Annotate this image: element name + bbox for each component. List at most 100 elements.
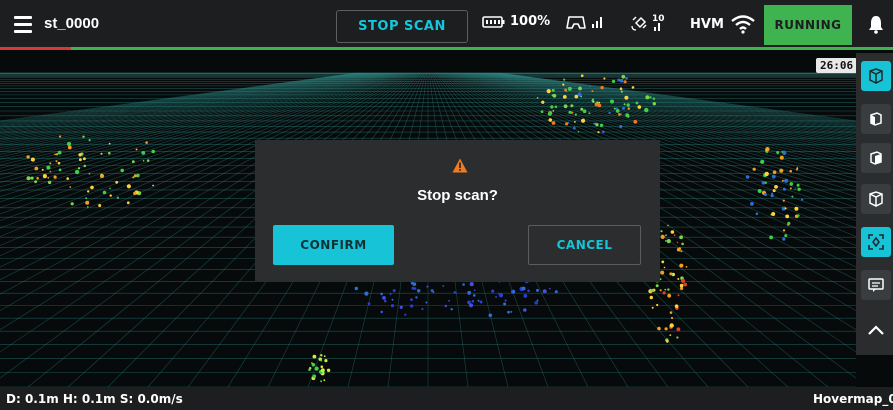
- point-cloud-point: [536, 288, 539, 292]
- point-cloud-point: [570, 104, 574, 108]
- point-cloud-point: [588, 112, 591, 115]
- point-cloud-point: [591, 90, 594, 93]
- point-cloud-point: [649, 295, 653, 300]
- point-cloud-point: [26, 155, 30, 159]
- running-status-badge: RUNNING: [764, 5, 852, 45]
- point-cloud-point: [399, 305, 403, 309]
- view-front-button[interactable]: [861, 143, 891, 173]
- point-cloud-point: [523, 294, 528, 298]
- cancel-button[interactable]: CANCEL: [528, 225, 641, 265]
- point-cloud-point: [772, 189, 776, 193]
- point-cloud-point: [448, 300, 450, 302]
- point-cloud-point: [320, 380, 323, 383]
- point-cloud-point: [676, 327, 681, 332]
- signal-bars-icon: [592, 17, 602, 28]
- battery-status: 100%: [482, 14, 550, 29]
- point-cloud-point: [488, 313, 493, 318]
- hamburger-menu-icon[interactable]: [14, 16, 32, 33]
- point-cloud-point: [410, 304, 414, 308]
- point-cloud-point: [769, 235, 773, 240]
- point-cloud-point: [146, 159, 150, 162]
- point-cloud-point: [574, 94, 579, 99]
- message-button[interactable]: [861, 270, 891, 300]
- point-cloud-point: [660, 270, 665, 275]
- point-cloud-point: [782, 187, 786, 191]
- point-cloud-point: [760, 159, 765, 164]
- point-cloud-point: [425, 301, 428, 304]
- point-cloud-point: [546, 89, 551, 94]
- stop-scan-button[interactable]: STOP SCAN: [336, 10, 468, 43]
- point-cloud-point: [57, 161, 61, 165]
- point-cloud-point: [600, 85, 604, 90]
- point-cloud-point: [795, 168, 798, 171]
- point-cloud-point: [135, 148, 138, 151]
- point-cloud-point: [611, 79, 616, 83]
- point-cloud-point: [659, 289, 662, 292]
- point-cloud-point: [495, 295, 498, 298]
- bell-icon[interactable]: [868, 14, 884, 34]
- point-cloud-point: [574, 113, 577, 116]
- point-cloud-point: [100, 173, 103, 176]
- point-cloud-point: [789, 169, 792, 173]
- point-cloud-point: [588, 85, 591, 87]
- point-cloud-point: [664, 288, 667, 291]
- bottom-status-bar: D: 0.1m H: 0.1m S: 0.0m/s Hovermap_01: [0, 387, 893, 410]
- point-cloud-point: [142, 160, 145, 162]
- point-cloud-point: [523, 308, 527, 312]
- point-cloud-point: [477, 299, 480, 302]
- point-cloud-point: [473, 294, 476, 297]
- point-cloud-point: [613, 107, 616, 110]
- point-cloud-point: [507, 310, 510, 314]
- point-cloud-point: [781, 179, 784, 182]
- point-cloud-point: [542, 289, 547, 294]
- scan-progress-bar: [0, 47, 893, 50]
- point-cloud-point: [652, 97, 656, 100]
- point-cloud-point: [70, 202, 74, 206]
- point-cloud-point: [551, 121, 556, 125]
- point-cloud-point: [669, 334, 672, 336]
- collapse-toolbar-button[interactable]: [861, 315, 891, 345]
- stop-scan-dialog: Stop scan? CONFIRM CANCEL: [255, 140, 660, 282]
- recenter-button[interactable]: [861, 227, 891, 257]
- point-cloud-point: [772, 170, 777, 174]
- view-perspective-button[interactable]: [861, 61, 891, 91]
- point-cloud-point: [41, 168, 44, 171]
- point-cloud-point: [564, 88, 567, 92]
- point-cloud-point: [618, 113, 621, 116]
- point-cloud-point: [789, 187, 792, 190]
- point-cloud-point: [30, 176, 34, 180]
- point-cloud-point: [384, 299, 387, 303]
- point-cloud-point: [53, 175, 57, 179]
- point-cloud-point: [82, 157, 86, 161]
- point-cloud-point: [676, 247, 681, 252]
- point-cloud-point: [109, 194, 112, 197]
- point-cloud-point: [627, 107, 631, 110]
- satellite-icon: [631, 16, 647, 31]
- point-cloud-point: [152, 184, 155, 187]
- point-cloud-point: [791, 195, 794, 198]
- point-cloud-point: [462, 283, 465, 286]
- view-perspective-icon: [869, 68, 883, 84]
- wifi-network-label: HVM: [690, 16, 724, 32]
- point-cloud-point: [615, 107, 618, 110]
- point-cloud-point: [66, 141, 72, 147]
- point-cloud-point: [671, 273, 673, 276]
- view-toolbar: [856, 53, 893, 355]
- point-cloud-point: [562, 83, 565, 86]
- point-cloud-point: [320, 359, 323, 362]
- point-cloud-point: [674, 304, 679, 308]
- point-cloud-point: [450, 308, 453, 311]
- view-left-button[interactable]: [861, 104, 891, 134]
- point-cloud-point: [755, 212, 759, 216]
- point-cloud-point: [391, 298, 394, 301]
- point-cloud-point: [626, 103, 630, 107]
- point-cloud-point: [415, 296, 418, 299]
- point-cloud-point: [498, 293, 504, 298]
- view-right-button[interactable]: [861, 184, 891, 214]
- point-cloud-point: [453, 291, 457, 294]
- point-cloud-point: [36, 177, 39, 180]
- point-cloud-point: [779, 168, 784, 173]
- point-cloud-point: [563, 104, 568, 109]
- point-cloud-point: [681, 278, 686, 283]
- confirm-button[interactable]: CONFIRM: [273, 225, 394, 265]
